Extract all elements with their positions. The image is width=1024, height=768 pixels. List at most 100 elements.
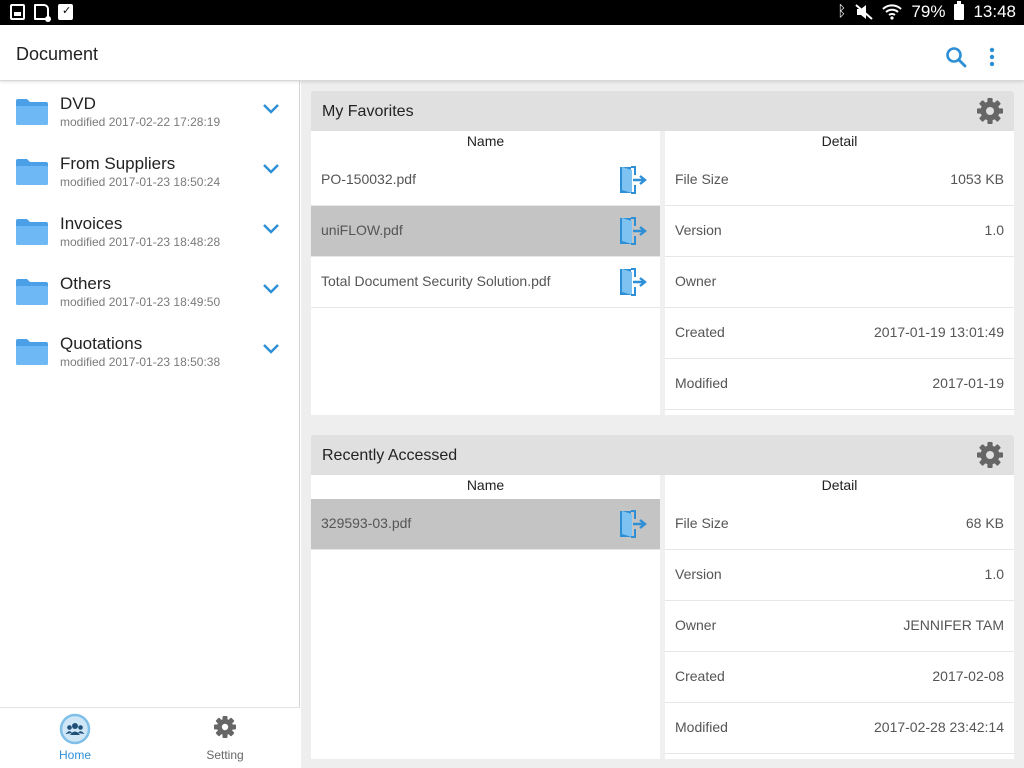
- folder-modified: modified 2017-01-23 18:50:38: [60, 355, 221, 369]
- detail-column-header: Detail: [821, 133, 858, 149]
- chevron-down-icon[interactable]: [262, 223, 280, 235]
- folder-item[interactable]: DVD modified 2017-02-22 17:28:19: [0, 81, 300, 141]
- detail-value: 2017-01-19: [932, 375, 1004, 391]
- detail-value: 1.0: [984, 222, 1004, 238]
- gallery-notification-icon: [10, 4, 25, 20]
- detail-row-version: Version 1.0: [665, 550, 1014, 601]
- folder-icon: [16, 279, 48, 305]
- task-notification-icon: [58, 4, 73, 20]
- folder-name: Others: [60, 274, 112, 293]
- page-title: Document: [16, 44, 99, 64]
- recent-detail-column: Detail File Size 68 KB Version 1.0 Owner…: [665, 475, 1014, 759]
- detail-value: 2017-02-08: [932, 668, 1004, 684]
- folder-modified: modified 2017-01-23 18:48:28: [60, 235, 221, 249]
- folder-item[interactable]: Quotations modified 2017-01-23 18:50:38: [0, 321, 300, 381]
- detail-value: 1053 KB: [950, 171, 1004, 187]
- detail-row-created: Created 2017-01-19 13:01:49: [665, 308, 1014, 359]
- detail-column-header: Detail: [821, 477, 858, 493]
- favorites-title: My Favorites: [322, 103, 414, 120]
- mute-icon: [855, 4, 874, 20]
- file-name: PO-150032.pdf: [321, 171, 416, 187]
- detail-row-owner: Owner JENNIFER TAM: [665, 601, 1014, 652]
- folder-name: DVD: [60, 94, 96, 113]
- detail-row-owner: Owner: [665, 257, 1014, 308]
- nav-setting[interactable]: Setting: [150, 708, 300, 768]
- folder-icon: [16, 339, 48, 365]
- detail-label: Modified: [675, 719, 728, 735]
- system-indicators: ᛒ 79% 13:48: [837, 1, 1016, 22]
- favorites-card: My Favorites Name PO-150032.pdf uniFLOW.…: [311, 91, 1014, 415]
- detail-label: Owner: [675, 617, 717, 633]
- detail-label: File Size: [675, 171, 729, 187]
- status-bar: ᛒ 79% 13:48: [0, 0, 1024, 25]
- folder-icon: [16, 99, 48, 125]
- chevron-down-icon[interactable]: [262, 163, 280, 175]
- detail-label: Version: [675, 222, 722, 238]
- chevron-down-icon[interactable]: [262, 103, 280, 115]
- name-column-header: Name: [466, 477, 505, 493]
- favorites-header: My Favorites: [311, 91, 1014, 131]
- nav-setting-label: Setting: [206, 748, 244, 762]
- main-content: My Favorites Name PO-150032.pdf uniFLOW.…: [301, 81, 1024, 768]
- recent-title: Recently Accessed: [322, 447, 458, 464]
- file-name: 329593-03.pdf: [321, 515, 412, 531]
- detail-row-modified: Modified 2017-01-19: [665, 359, 1014, 410]
- nav-home-label: Home: [58, 748, 91, 762]
- name-column-header: Name: [466, 133, 505, 149]
- chevron-down-icon[interactable]: [262, 283, 280, 295]
- nav-home[interactable]: Home: [0, 708, 150, 768]
- detail-row-version: Version 1.0: [665, 206, 1014, 257]
- folder-item[interactable]: From Suppliers modified 2017-01-23 18:50…: [0, 141, 300, 201]
- detail-label: Owner: [675, 273, 717, 289]
- bluetooth-icon: ᛒ: [837, 3, 847, 20]
- file-name: Total Document Security Solution.pdf: [321, 273, 551, 289]
- folder-modified: modified 2017-01-23 18:50:24: [60, 175, 221, 189]
- battery-icon: [954, 1, 965, 20]
- folder-sidebar: DVD modified 2017-02-22 17:28:19 From Su…: [0, 81, 300, 768]
- file-row[interactable]: PO-150032.pdf: [311, 155, 660, 206]
- folder-modified: modified 2017-01-23 18:49:50: [60, 295, 221, 309]
- detail-row-created: Created 2017-02-08: [665, 652, 1014, 703]
- detail-value: 2017-02-28 23:42:14: [874, 719, 1004, 735]
- chevron-down-icon[interactable]: [262, 343, 280, 355]
- file-row[interactable]: uniFLOW.pdf: [311, 206, 660, 257]
- folder-modified: modified 2017-02-22 17:28:19: [60, 115, 221, 129]
- open-file-icon[interactable]: [619, 217, 649, 245]
- search-icon[interactable]: [944, 45, 968, 69]
- detail-label: Modified: [675, 375, 728, 391]
- folder-item[interactable]: Invoices modified 2017-01-23 18:48:28: [0, 201, 300, 261]
- recent-header: Recently Accessed: [311, 435, 1014, 475]
- detail-row-file-size: File Size 1053 KB: [665, 155, 1014, 206]
- open-file-icon[interactable]: [619, 510, 649, 538]
- wifi-icon: [882, 4, 903, 20]
- bottom-navigation: Home Setting: [0, 707, 300, 768]
- gear-icon[interactable]: [976, 441, 1004, 469]
- detail-row-modified: Modified 2017-02-28 23:42:14: [665, 703, 1014, 754]
- detail-value: 2017-01-19 13:01:49: [874, 324, 1004, 340]
- document-notification-icon: [34, 4, 51, 22]
- detail-row-file-size: File Size 68 KB: [665, 499, 1014, 550]
- home-group-icon: [59, 713, 91, 745]
- folder-name: Quotations: [60, 334, 143, 353]
- settings-icon: [214, 716, 236, 738]
- gear-icon[interactable]: [976, 97, 1004, 125]
- more-vert-icon[interactable]: [982, 45, 1002, 69]
- app-bar: Document: [0, 25, 1024, 81]
- folder-icon: [16, 159, 48, 185]
- favorites-detail-column: Detail File Size 1053 KB Version 1.0 Own…: [665, 131, 1014, 415]
- recent-name-column: Name 329593-03.pdf: [311, 475, 660, 759]
- detail-label: Created: [675, 668, 725, 684]
- clock: 13:48: [973, 2, 1016, 21]
- open-file-icon[interactable]: [619, 166, 649, 194]
- open-file-icon[interactable]: [619, 268, 649, 296]
- detail-value: 1.0: [984, 566, 1004, 582]
- detail-value: 68 KB: [965, 515, 1004, 531]
- battery-percent: 79%: [911, 2, 946, 21]
- recent-card: Recently Accessed Name 329593-03.pdf Det…: [311, 435, 1014, 759]
- folder-name: From Suppliers: [60, 154, 176, 173]
- file-row[interactable]: 329593-03.pdf: [311, 499, 660, 550]
- folder-icon: [16, 219, 48, 245]
- folder-name: Invoices: [60, 214, 123, 233]
- file-row[interactable]: Total Document Security Solution.pdf: [311, 257, 660, 308]
- folder-item[interactable]: Others modified 2017-01-23 18:49:50: [0, 261, 300, 321]
